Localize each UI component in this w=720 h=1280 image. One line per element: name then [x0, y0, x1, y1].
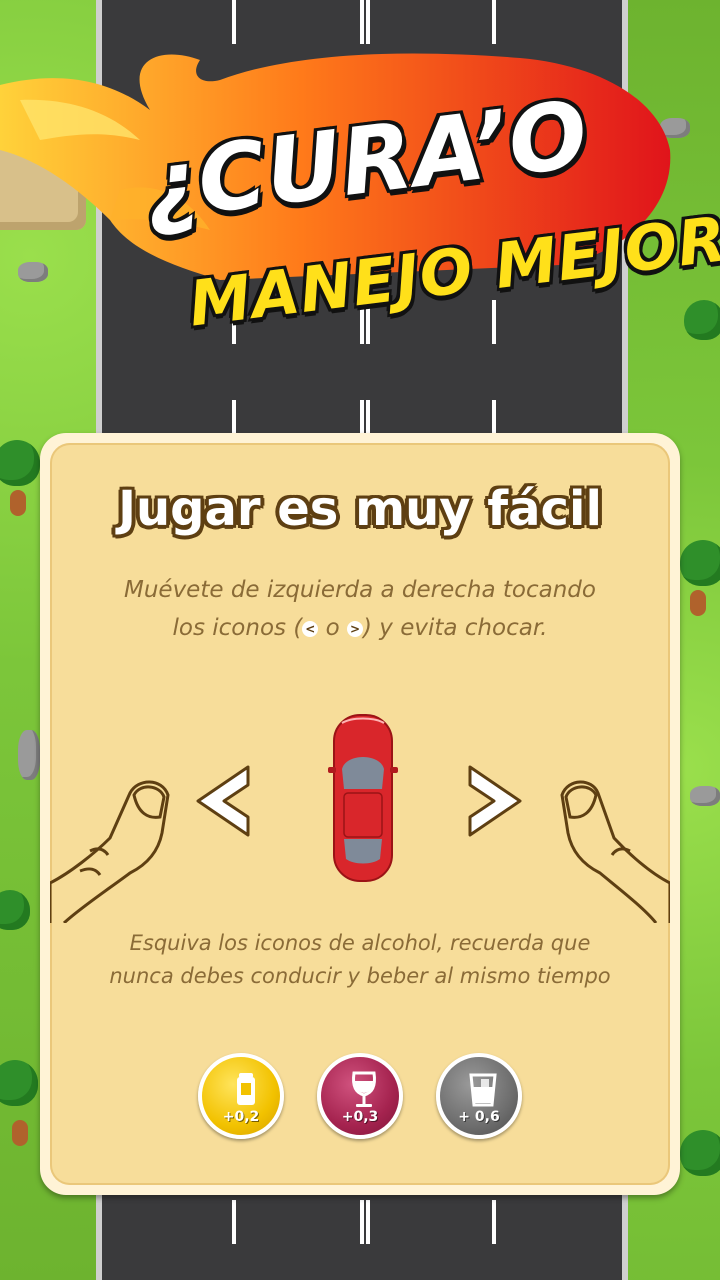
liquor-glass-badge: + 0,6	[436, 1053, 522, 1139]
instructions-panel: Jugar es muy fácil Muévete de izquierda …	[40, 433, 680, 1195]
left-arrow-mini-icon: <	[302, 620, 319, 637]
instruction-text-bottom: Esquiva los iconos de alcohol, recuerda …	[109, 931, 611, 988]
wine-glass-badge: +0,3	[317, 1053, 403, 1139]
badge-value: + 0,6	[458, 1109, 500, 1125]
palm-tree	[680, 540, 720, 586]
right-arrow-mini-icon: >	[347, 620, 363, 637]
beer-can-badge: +0,2	[198, 1053, 284, 1139]
panel-inner: Jugar es muy fácil Muévete de izquierda …	[50, 443, 670, 1185]
palm-trunk	[10, 490, 26, 516]
move-left-button[interactable]	[190, 761, 256, 841]
wine-glass-icon	[352, 1071, 376, 1107]
badge-value: +0,2	[222, 1109, 260, 1125]
move-right-button[interactable]	[462, 761, 528, 841]
left-hand-icon	[50, 780, 170, 923]
right-hand-icon	[560, 780, 670, 923]
game-logo: ¿CURA’O MANEJO MEJOR ?	[0, 40, 720, 400]
liquor-glass-icon	[469, 1073, 497, 1107]
instruction-part2: ) y evita chocar.	[363, 615, 548, 641]
beer-can-icon	[237, 1073, 255, 1105]
rock	[690, 786, 720, 806]
palm-trunk	[690, 590, 706, 616]
palm-tree	[0, 1060, 38, 1106]
rock	[18, 730, 40, 780]
badge-value: +0,3	[341, 1109, 379, 1125]
palm-trunk	[12, 1120, 28, 1146]
instruction-text-top: Muévete de izquierda a derecha tocando l…	[110, 571, 610, 647]
chevron-left-icon	[196, 765, 250, 837]
red-car	[328, 714, 398, 882]
instruction-middle: o	[318, 615, 347, 641]
alcohol-icons-row: +0,2 +0,3 + 0,6	[50, 1053, 670, 1145]
panel-title: Jugar es muy fácil	[118, 481, 602, 537]
palm-tree	[0, 440, 40, 486]
palm-tree	[680, 1130, 720, 1176]
chevron-right-icon	[468, 765, 522, 837]
